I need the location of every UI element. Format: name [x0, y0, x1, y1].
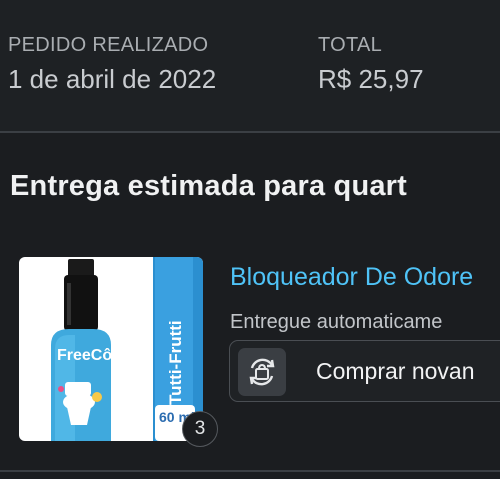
product-title-link[interactable]: Bloqueador De Odore [230, 263, 473, 292]
order-total-value: R$ 25,97 [318, 64, 424, 94]
quantity-badge: 3 [182, 411, 218, 447]
brand-text: FreeCô [57, 347, 112, 364]
delivery-subtitle: Entregue automaticame [230, 311, 443, 333]
variant-text: Tutti-Frutti [166, 320, 185, 405]
order-placed-label: PEDIDO REALIZADO [8, 34, 209, 56]
buy-again-button[interactable]: Comprar novan [229, 340, 500, 402]
product-image-art: FreeCô Tutti-Frutti 60 ml [51, 257, 203, 441]
order-placed-column: PEDIDO REALIZADO 1 de abril de 2022 [8, 33, 216, 94]
order-total-column: TOTAL R$ 25,97 [318, 33, 424, 94]
buy-again-icon [238, 348, 286, 396]
order-total-label: TOTAL [318, 34, 383, 56]
delivery-status-heading: Entrega estimada para quart [10, 170, 408, 202]
order-placed-date: 1 de abril de 2022 [8, 64, 217, 94]
order-header: PEDIDO REALIZADO 1 de abril de 2022 TOTA… [0, 0, 500, 131]
product-image[interactable]: FreeCô Tutti-Frutti 60 ml [19, 257, 203, 441]
header-divider [0, 131, 500, 133]
footer-divider [0, 470, 500, 472]
buy-again-label: Comprar novan [316, 358, 475, 384]
